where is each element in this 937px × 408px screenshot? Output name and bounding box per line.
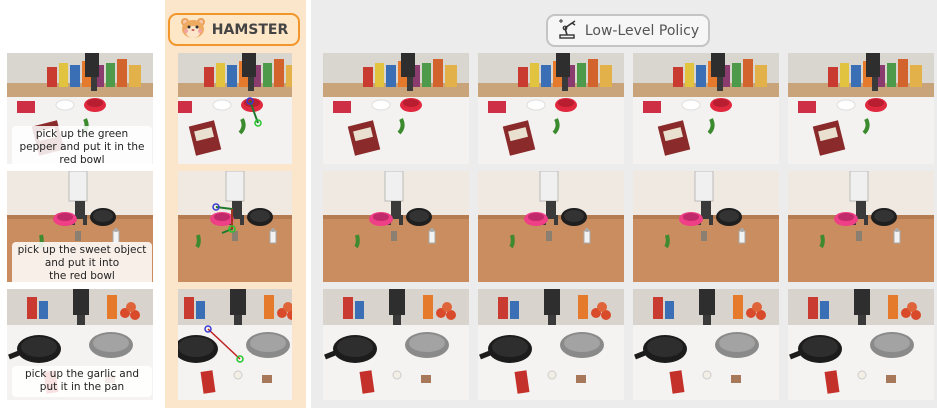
instruction-line: and put it into bbox=[44, 257, 120, 269]
policy-frame bbox=[632, 171, 780, 282]
policy-frame bbox=[477, 53, 625, 164]
instruction-line: red bowl bbox=[59, 154, 105, 166]
policy-header-badge: Low-Level Policy bbox=[546, 14, 710, 47]
instruction-line: the red bowl bbox=[49, 270, 115, 282]
policy-frame bbox=[322, 171, 470, 282]
policy-frame bbox=[322, 53, 470, 164]
policy-frame bbox=[632, 289, 780, 400]
hamster-path-image bbox=[178, 171, 292, 282]
instruction-caption: pick up the sweet object and put it into… bbox=[12, 242, 152, 286]
instruction-line: pick up the sweet object bbox=[17, 244, 147, 256]
hamster-label: HAMSTER bbox=[211, 21, 289, 38]
hamster-face-icon bbox=[180, 17, 206, 43]
instruction-caption: pick up the garlic and put it in the pan bbox=[12, 366, 152, 397]
policy-frame bbox=[477, 289, 625, 400]
instruction-line: pick up the green bbox=[35, 128, 129, 140]
instruction-line: pepper and put it in the bbox=[19, 141, 145, 153]
hamster-header-badge: HAMSTER bbox=[168, 13, 300, 46]
policy-label: Low-Level Policy bbox=[584, 22, 700, 39]
policy-frame bbox=[632, 53, 780, 164]
instruction-line: put it in the pan bbox=[39, 381, 125, 393]
instruction-line: pick up the garlic and bbox=[24, 368, 140, 380]
policy-frame bbox=[787, 171, 935, 282]
policy-frame bbox=[322, 289, 470, 400]
robot-arm-icon bbox=[557, 18, 579, 44]
hamster-path-image bbox=[178, 289, 292, 400]
policy-frame bbox=[477, 171, 625, 282]
hamster-path-image bbox=[178, 53, 292, 164]
policy-frame bbox=[787, 289, 935, 400]
instruction-caption: pick up the green pepper and put it in t… bbox=[12, 126, 152, 170]
policy-frame bbox=[787, 53, 935, 164]
